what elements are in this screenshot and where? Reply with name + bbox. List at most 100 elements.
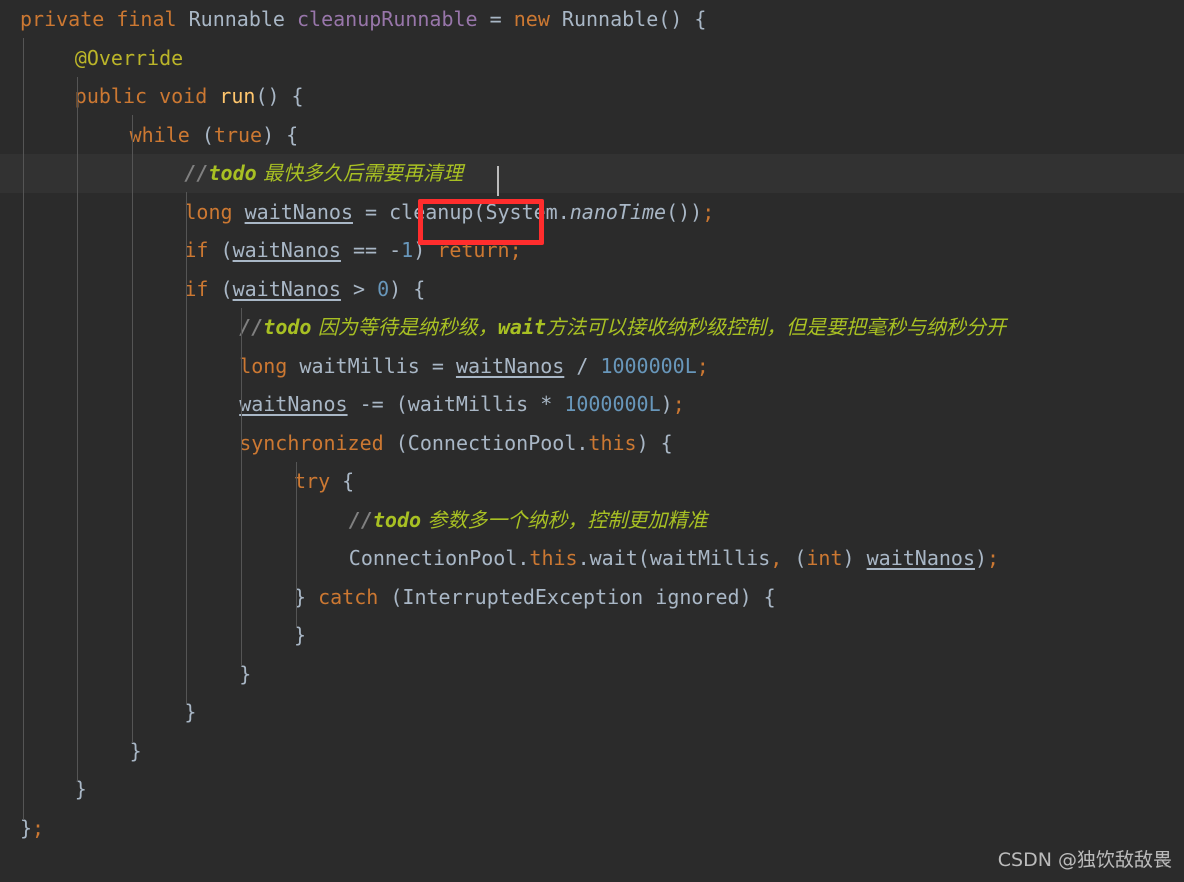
code-line[interactable]: //todo 参数多一个纳秒，控制更加精准 [0,501,1184,540]
indent-guide [23,38,24,820]
code-token: ( [473,199,486,224]
code-line[interactable]: long waitMillis = waitNanos / 1000000L; [0,347,1184,386]
code-token: long [184,199,233,224]
code-token: = [477,7,514,31]
code-line[interactable]: } [0,770,1184,809]
csdn-watermark: CSDN @独饮敌敌畏客 [997,845,1172,872]
code-token: . [576,430,589,455]
code-token: int [806,546,843,570]
code-token: synchronized [239,430,384,455]
code-line[interactable]: } catch (InterruptedException ignored) { [0,578,1184,617]
watermark-ghost: 客 [1156,854,1170,870]
code-token: = [352,199,390,224]
code-line[interactable]: } [0,732,1184,771]
code-line[interactable]: synchronized (ConnectionPool.this) { [0,424,1184,463]
code-line[interactable]: while (true) { [0,116,1184,155]
code-token: catch [318,584,379,609]
code-token: { [330,469,355,493]
code-text-area[interactable]: private final Runnable cleanupRunnable =… [0,0,1184,882]
code-token: ) [974,546,988,570]
code-token: @Override [74,45,184,70]
code-token: waitNanos [866,546,975,570]
code-token: new [513,7,550,31]
code-token: long [239,353,288,378]
code-token: return [437,238,510,262]
code-token: System [485,199,558,224]
indent-guide [296,462,297,628]
indent-guide [186,192,187,705]
code-token: ( [782,546,807,570]
code-token: 最快多久后需要再清理 [263,161,464,185]
code-token: ) [413,238,438,262]
code-token: == [340,238,390,262]
code-token: ignored) { [643,584,776,609]
code-token: Runnable [561,7,659,31]
code-token: 1 [401,238,414,262]
code-token: nanoTime [569,199,667,224]
watermark-handle: @独饮敌敌畏 [1057,849,1172,871]
code-token: final [116,7,177,31]
code-token: ConnectionPool [348,546,518,570]
code-line[interactable]: @Override [0,39,1184,78]
code-token: waitNanos [455,353,565,378]
code-token: InterruptedException [402,584,644,609]
code-token: todo [372,507,422,532]
code-line[interactable]: try { [0,462,1184,501]
code-line[interactable]: } [0,655,1184,694]
code-line[interactable]: long waitNanos = cleanup(System.nanoTime… [0,193,1184,232]
code-line[interactable]: } [0,616,1184,655]
code-line[interactable]: waitNanos -= (waitMillis * 1000000L); [0,385,1184,424]
code-token: . [517,546,530,570]
code-line[interactable]: ConnectionPool.this.wait(waitMillis, (in… [0,539,1184,578]
code-token: waitNanos [232,238,341,262]
code-token: 因为等待是纳秒级， [317,315,498,339]
indent-guide [132,115,133,743]
code-token: ( [208,238,233,262]
code-token: ; [702,199,715,224]
code-token: try [294,469,331,493]
code-token: , [770,546,783,570]
code-line[interactable]: //todo 因为等待是纳秒级，wait方法可以接收纳秒级控制，但是要把毫秒与纳… [0,308,1184,347]
code-line[interactable]: if (waitNanos > 0) { [0,270,1184,309]
code-token: / [564,353,601,378]
code-token: void [159,84,208,108]
code-token: 方法可以接收纳秒级控制，但是要把毫秒与纳秒分开 [545,315,1006,339]
code-token: // [348,507,373,532]
code-token: > [340,276,378,301]
code-token: run [219,84,256,108]
code-line[interactable]: public void run() { [0,77,1184,116]
code-token: waitNanos [232,276,341,301]
code-token: .wait(waitMillis [577,546,771,570]
code-token: if [184,276,209,301]
code-editor[interactable]: private final Runnable cleanupRunnable =… [0,0,1184,882]
code-token: } [20,815,33,840]
code-token: 1000000L [564,392,661,416]
code-token: 1000000L [600,353,697,378]
code-token: ) [660,392,673,416]
code-line[interactable]: } [0,693,1184,732]
code-token: () { [255,84,304,108]
watermark-prefix: CSDN [997,849,1052,871]
code-token: cleanupRunnable [296,7,478,31]
code-token: . [557,199,570,224]
code-token: - [389,238,402,262]
code-token: todo [208,161,257,185]
code-token: -= (waitMillis * [347,392,565,416]
code-token: // [184,161,209,185]
code-token: ConnectionPool [407,430,577,455]
code-token: private [20,7,105,31]
code-line[interactable]: if (waitNanos == -1) return; [0,231,1184,270]
code-line[interactable]: //todo 最快多久后需要再清理 [0,154,1184,193]
code-token: wait [497,315,546,339]
code-token: waitNanos [244,199,353,224]
code-line[interactable]: }; [0,809,1184,848]
code-line[interactable]: private final Runnable cleanupRunnable =… [0,0,1184,39]
code-token: Runnable [188,7,285,31]
